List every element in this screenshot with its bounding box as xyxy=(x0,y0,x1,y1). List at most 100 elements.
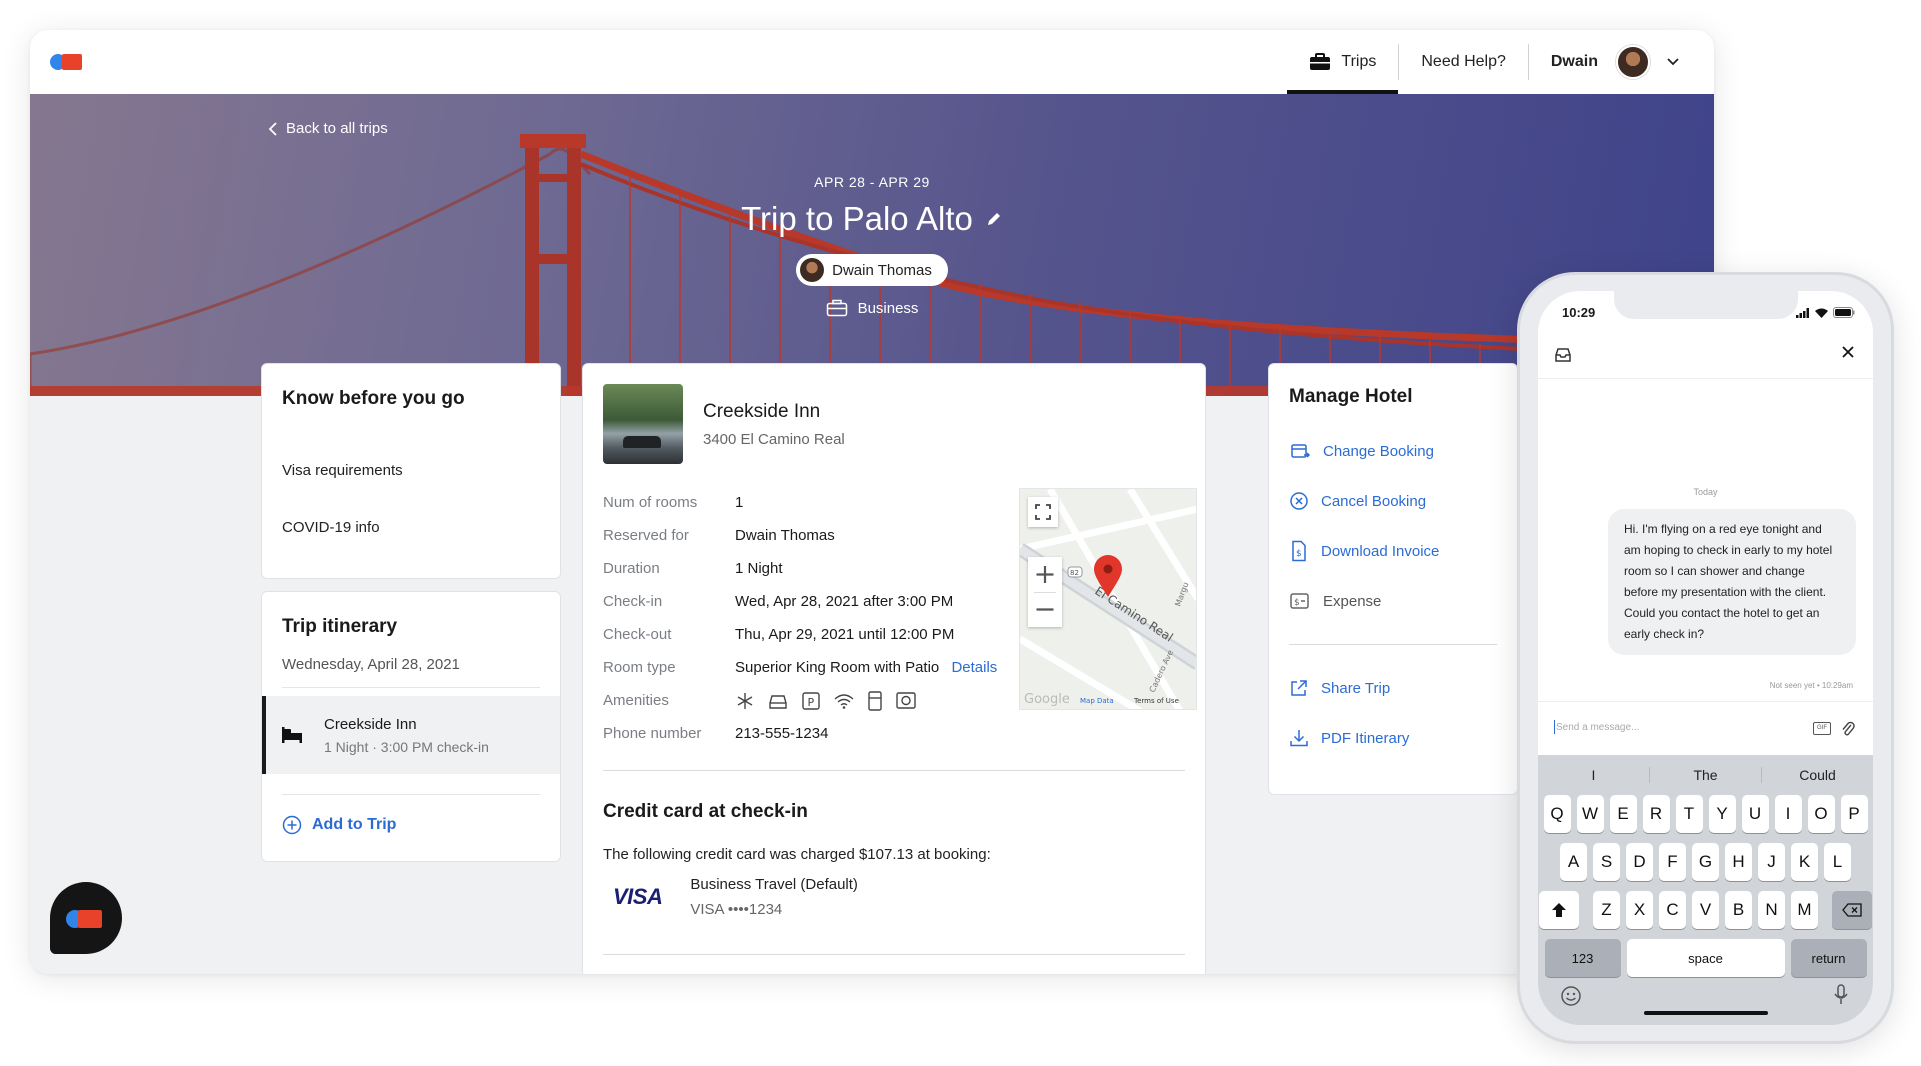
edit-pencil-icon[interactable] xyxy=(985,210,1003,228)
key[interactable]: D xyxy=(1626,843,1653,881)
key[interactable]: J xyxy=(1758,843,1785,881)
itinerary-entry-name: Creekside Inn xyxy=(324,715,417,733)
suggestion-item[interactable]: Could xyxy=(1761,767,1873,783)
key[interactable]: H xyxy=(1725,843,1752,881)
nav-help[interactable]: Need Help? xyxy=(1399,30,1528,94)
detail-label: Amenities xyxy=(603,692,669,709)
room-type-value: Superior King Room with Patio Details xyxy=(735,651,1023,684)
change-booking-label: Change Booking xyxy=(1323,442,1434,460)
top-nav: Trips Need Help? Dwain xyxy=(30,30,1714,94)
inbox-icon[interactable] xyxy=(1554,347,1572,363)
key[interactable]: N xyxy=(1758,891,1785,929)
chat-launcher-button[interactable] xyxy=(50,882,122,954)
text-cursor xyxy=(1554,720,1555,734)
key[interactable]: Z xyxy=(1593,891,1620,929)
chat-message-bubble: Hi. I'm flying on a red eye tonight and … xyxy=(1608,509,1856,655)
detail-label: Num of rooms xyxy=(603,494,698,511)
itinerary-card: Trip itinerary Wednesday, April 28, 2021… xyxy=(261,591,561,862)
microphone-icon[interactable] xyxy=(1833,983,1849,1007)
share-trip-button[interactable]: Share Trip xyxy=(1289,663,1497,713)
hotel-booking-card: Creekside Inn 3400 El Camino Real Num of… xyxy=(582,363,1206,974)
nav-user-menu[interactable]: Dwain xyxy=(1529,30,1694,94)
minibar-icon xyxy=(868,690,882,711)
key[interactable]: Q xyxy=(1543,795,1571,833)
hotel-header: Creekside Inn 3400 El Camino Real xyxy=(603,384,1185,464)
key[interactable]: O xyxy=(1807,795,1835,833)
expense-button[interactable]: $ Expense xyxy=(1289,576,1497,626)
key[interactable]: L xyxy=(1824,843,1851,881)
key[interactable]: Y xyxy=(1708,795,1736,833)
key[interactable]: U xyxy=(1741,795,1769,833)
cancel-booking-label: Cancel Booking xyxy=(1321,492,1427,510)
backspace-key[interactable] xyxy=(1832,891,1872,929)
keyboard-row-3: Z X C V B N M xyxy=(1538,891,1873,929)
divider xyxy=(282,794,540,795)
add-to-trip-button[interactable]: Add to Trip xyxy=(262,815,560,835)
back-to-trips-link[interactable]: Back to all trips xyxy=(268,120,388,137)
key[interactable]: V xyxy=(1692,891,1719,929)
traveler-pill[interactable]: Dwain Thomas xyxy=(796,254,948,286)
key[interactable]: I xyxy=(1774,795,1802,833)
itinerary-title: Trip itinerary xyxy=(282,616,398,637)
visa-requirements-link[interactable]: Visa requirements xyxy=(282,462,540,479)
space-key[interactable]: space xyxy=(1626,939,1785,977)
parking-icon: P xyxy=(802,691,820,710)
key[interactable]: R xyxy=(1642,795,1670,833)
key[interactable]: G xyxy=(1692,843,1719,881)
key[interactable]: S xyxy=(1593,843,1620,881)
zoom-out-icon[interactable] xyxy=(1028,592,1062,627)
key[interactable]: W xyxy=(1576,795,1604,833)
zoom-in-icon[interactable] xyxy=(1028,557,1062,592)
key[interactable]: B xyxy=(1725,891,1752,929)
detail-value: 1 xyxy=(735,494,744,511)
trip-title-row: Trip to Palo Alto xyxy=(741,200,1003,238)
itinerary-entry-hotel[interactable]: Creekside Inn 1 Night · 3:00 PM check-in xyxy=(262,696,560,774)
key[interactable]: X xyxy=(1626,891,1653,929)
key[interactable]: K xyxy=(1791,843,1818,881)
browser-window: Trips Need Help? Dwain Back to all trips… xyxy=(30,30,1714,974)
hotel-phone-link[interactable]: 213-555-1234 xyxy=(735,717,1023,750)
nav-trips[interactable]: Trips xyxy=(1287,30,1399,94)
pdf-itinerary-button[interactable]: PDF Itinerary xyxy=(1289,713,1497,763)
message-input[interactable]: Send a message... xyxy=(1556,722,1639,733)
cancel-booking-button[interactable]: Cancel Booking xyxy=(1289,476,1497,526)
battery-icon xyxy=(1833,307,1855,318)
key[interactable]: P xyxy=(1840,795,1868,833)
covid-info-link[interactable]: COVID-19 info xyxy=(282,519,540,536)
credit-card-row: VISA Business Travel (Default) VISA ••••… xyxy=(613,876,858,918)
itinerary-entry-sub: 1 Night · 3:00 PM check-in xyxy=(324,738,489,755)
divider xyxy=(1289,644,1497,645)
terms-of-use-link[interactable]: Terms of Use xyxy=(1133,697,1179,705)
trip-type-label: Business xyxy=(857,299,919,317)
gif-button[interactable]: GIF xyxy=(1813,722,1831,735)
key[interactable]: A xyxy=(1560,843,1587,881)
map-fullscreen-button[interactable] xyxy=(1028,497,1058,527)
snowflake-icon xyxy=(737,692,753,709)
detail-value: Wed, Apr 28, 2021 after 3:00 PM xyxy=(735,593,954,610)
return-key[interactable]: return xyxy=(1790,939,1867,977)
key[interactable]: F xyxy=(1659,843,1686,881)
change-booking-button[interactable]: Change Booking xyxy=(1289,426,1497,476)
suggestion-item[interactable]: The xyxy=(1649,767,1761,783)
shift-arrow-icon xyxy=(1552,903,1566,917)
key[interactable]: T xyxy=(1675,795,1703,833)
fullscreen-icon xyxy=(1035,504,1051,520)
phone-notch xyxy=(1614,291,1798,319)
key[interactable]: C xyxy=(1659,891,1686,929)
trip-hero: Back to all trips APR 28 - APR 29 Trip t… xyxy=(30,94,1714,396)
key[interactable]: M xyxy=(1791,891,1818,929)
phone-screen: 10:29 Today Hi. I'm flying on a red eye … xyxy=(1538,291,1873,1025)
numbers-key[interactable]: 123 xyxy=(1544,939,1621,977)
close-icon[interactable] xyxy=(1841,345,1855,359)
room-details-link[interactable]: Details xyxy=(951,659,997,676)
attachment-icon[interactable] xyxy=(1841,721,1855,737)
key[interactable]: E xyxy=(1609,795,1637,833)
suggestion-item[interactable]: I xyxy=(1538,767,1649,783)
shift-key[interactable] xyxy=(1539,891,1579,929)
brand-logo[interactable] xyxy=(50,54,82,70)
car-icon xyxy=(769,694,787,709)
emoji-icon[interactable] xyxy=(1560,985,1582,1007)
keyboard-row-2: A S D F G H J K L xyxy=(1538,843,1873,881)
hotel-map[interactable]: El Camino Real Margu Cadero Ave 82 Googl… xyxy=(1019,488,1197,710)
download-invoice-button[interactable]: $ Download Invoice xyxy=(1289,526,1497,576)
